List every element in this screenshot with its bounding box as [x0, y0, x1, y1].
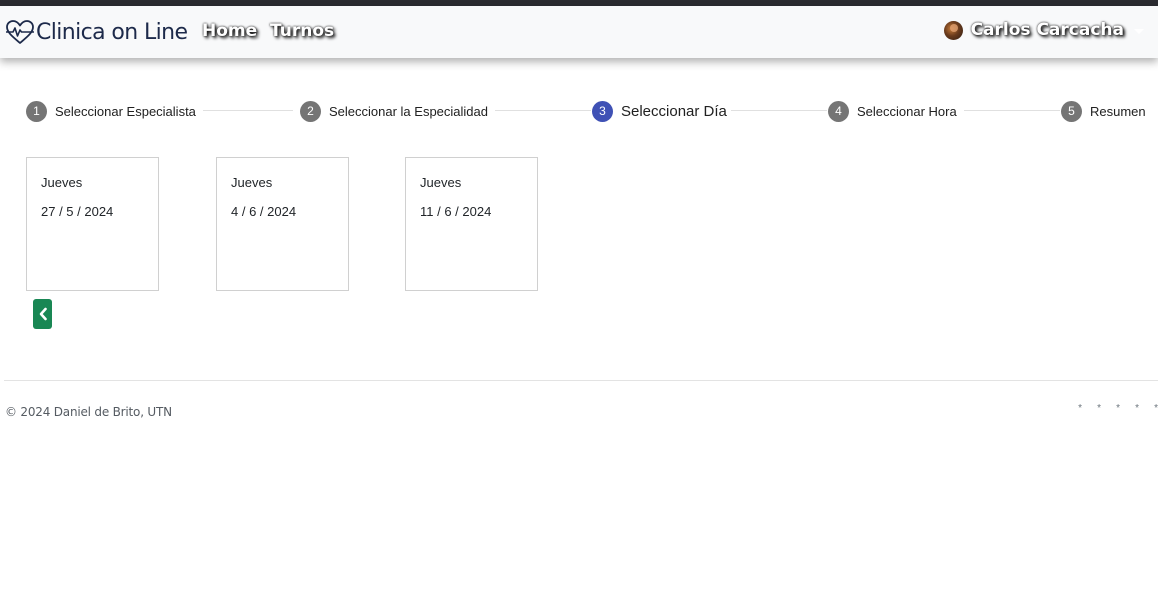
step-seleccionar-hora[interactable]: 4 Seleccionar Hora [828, 100, 957, 122]
day-weekday: Jueves [41, 175, 83, 190]
day-date: 11 / 6 / 2024 [420, 204, 492, 219]
avatar [943, 20, 963, 40]
footer-dot: * [1097, 403, 1101, 414]
step-connector [964, 110, 1060, 111]
step-connector [731, 110, 827, 111]
step-resumen[interactable]: 5 Resumen [1061, 100, 1146, 122]
step-seleccionar-dia[interactable]: 3 Seleccionar Día [592, 100, 727, 122]
heart-pulse-icon [6, 20, 34, 44]
stepper: 1 Seleccionar Especialista 2 Seleccionar… [26, 100, 1146, 122]
step-number: 4 [828, 100, 849, 122]
footer-divider [4, 380, 1158, 381]
footer-copyright: © 2024 Daniel de Brito, UTN [5, 405, 172, 419]
step-seleccionar-especialidad[interactable]: 2 Seleccionar la Especialidad [300, 100, 488, 122]
footer-dot: * [1154, 403, 1158, 414]
step-number: 5 [1061, 100, 1082, 122]
day-date: 27 / 5 / 2024 [41, 204, 114, 219]
nav-link-turnos[interactable]: Turnos [270, 21, 334, 41]
step-label: Seleccionar la Especialidad [329, 103, 488, 119]
chevron-left-icon [39, 307, 47, 321]
step-label: Seleccionar Especialista [55, 103, 196, 119]
footer-dot: * [1135, 403, 1139, 414]
user-menu-dropdown[interactable]: Carlos Carcacha [943, 20, 1144, 40]
footer-dots: * * * * * [1063, 403, 1158, 414]
day-card[interactable]: Jueves 4 / 6 / 2024 [216, 157, 349, 291]
step-seleccionar-especialista[interactable]: 1 Seleccionar Especialista [26, 100, 196, 122]
footer-dot: * [1116, 403, 1120, 414]
step-label: Seleccionar Día [621, 102, 727, 120]
step-number: 3 [592, 100, 613, 122]
footer-dot: * [1078, 403, 1082, 414]
day-weekday: Jueves [420, 175, 462, 190]
day-weekday: Jueves [231, 175, 273, 190]
back-button[interactable] [33, 299, 52, 329]
step-label: Resumen [1090, 103, 1146, 119]
navbar: Clinica on Line Home Turnos Carlos Carca… [0, 6, 1158, 58]
caret-down-icon [1134, 28, 1144, 34]
day-card[interactable]: Jueves 11 / 6 / 2024 [405, 157, 538, 291]
brand-name: Clinica on Line [36, 19, 188, 45]
step-label: Seleccionar Hora [857, 103, 957, 119]
day-date: 4 / 6 / 2024 [231, 204, 297, 219]
user-name: Carlos Carcacha [970, 20, 1124, 40]
step-connector [203, 110, 293, 111]
step-number: 2 [300, 100, 321, 122]
step-number: 1 [26, 100, 47, 122]
day-card[interactable]: Jueves 27 / 5 / 2024 [26, 157, 159, 291]
brand-link[interactable]: Clinica on Line [5, 17, 188, 47]
step-connector [495, 110, 591, 111]
nav-link-home[interactable]: Home [202, 21, 257, 41]
